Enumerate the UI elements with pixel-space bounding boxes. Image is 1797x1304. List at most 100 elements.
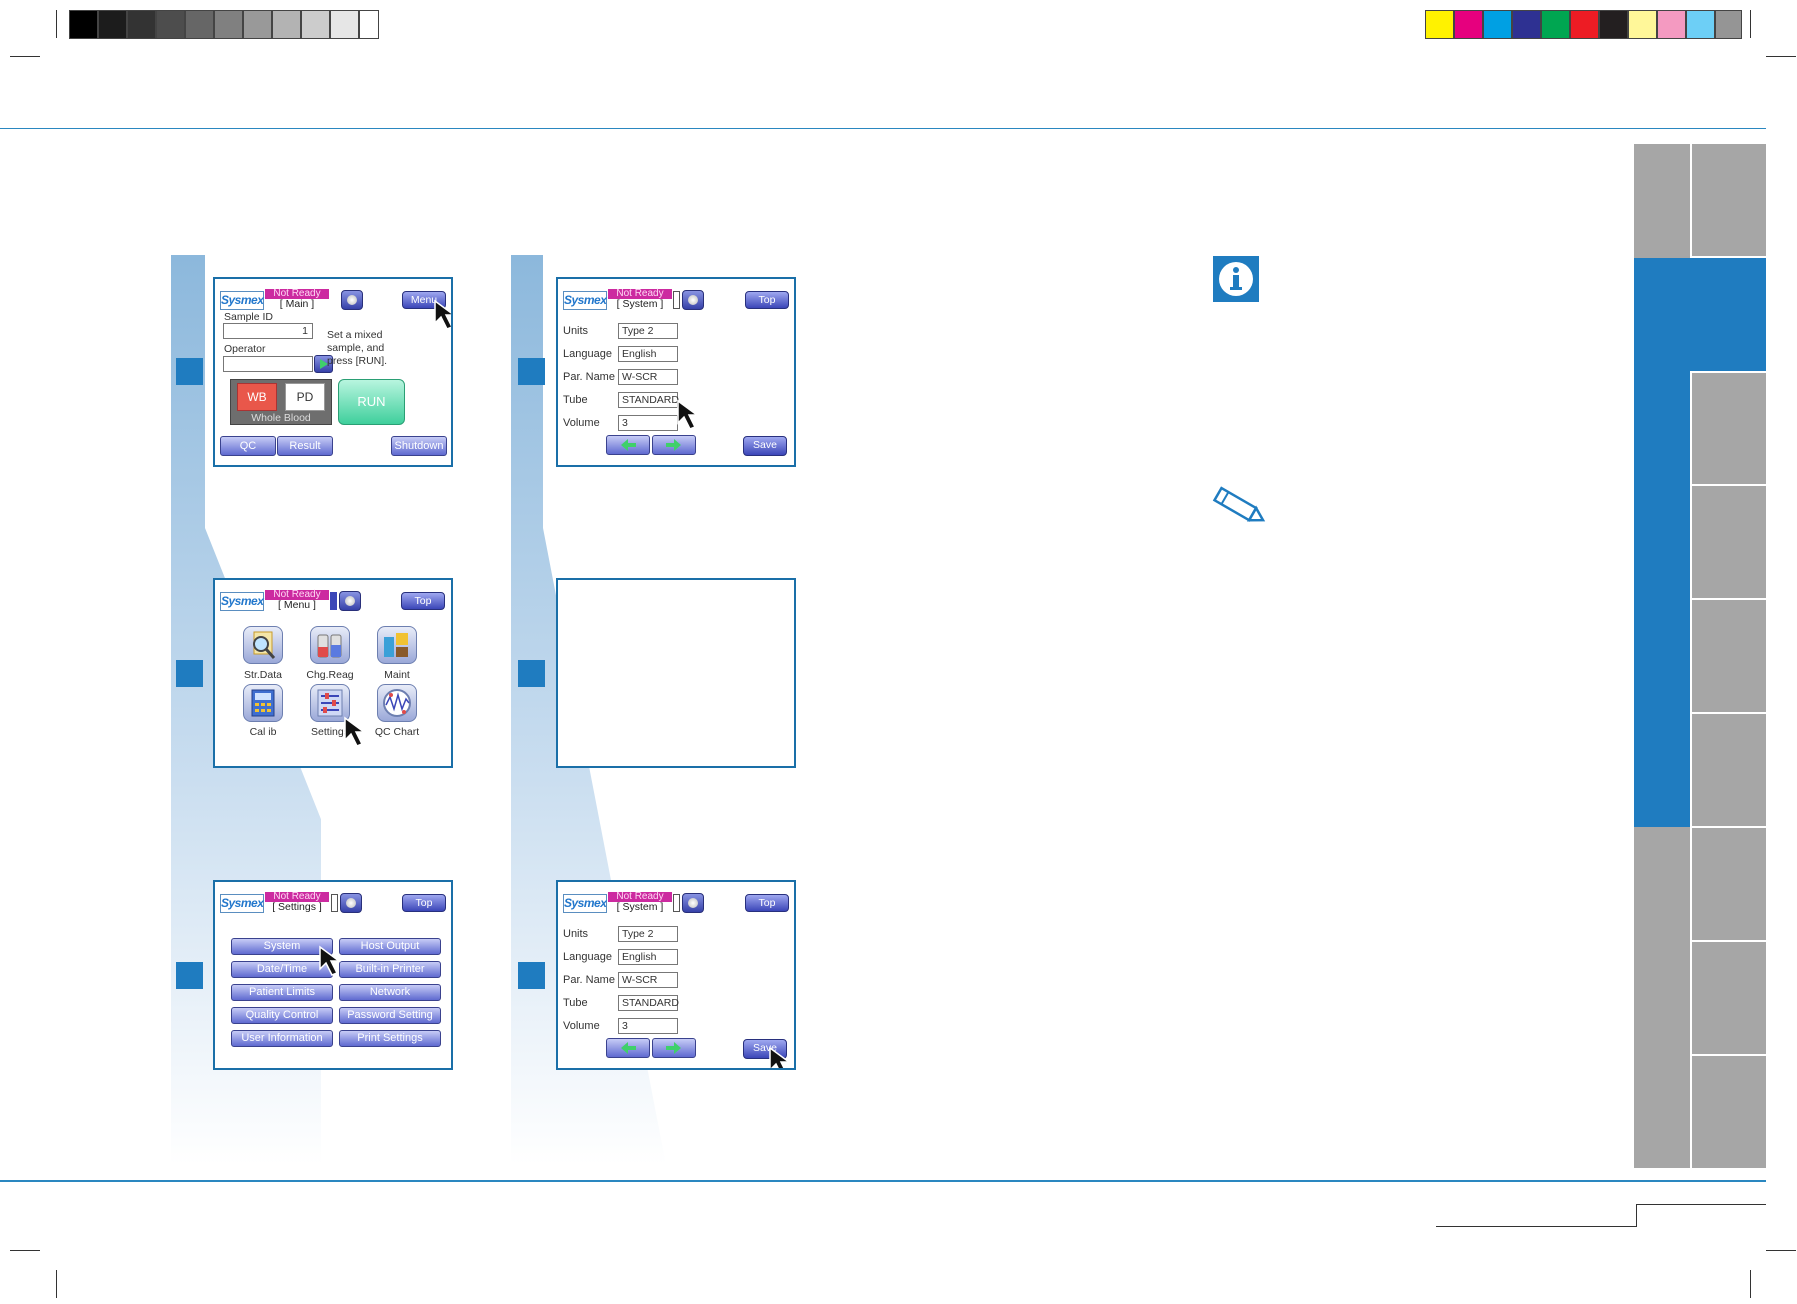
run-button[interactable]: RUN xyxy=(338,379,405,425)
menu-item-label: QC Chart xyxy=(374,726,420,738)
mode-panel: WB PD Whole Blood xyxy=(230,379,332,425)
qc-button[interactable]: QC xyxy=(220,436,276,456)
wb-button[interactable]: WB xyxy=(237,383,277,411)
units-field[interactable]: Type 2 xyxy=(618,926,678,942)
tab-spine-active xyxy=(1634,371,1690,827)
color-swatch xyxy=(1425,10,1454,39)
sysmex-logo: Sysmex xyxy=(220,894,264,913)
maintenance-icon[interactable] xyxy=(377,626,417,664)
step-marker xyxy=(518,660,545,687)
language-field[interactable]: English xyxy=(618,949,678,965)
battery-icon xyxy=(673,894,680,912)
field-label: Tube xyxy=(563,997,588,1009)
host-output-button[interactable]: Host Output xyxy=(339,938,441,955)
previous-button[interactable] xyxy=(606,435,650,455)
step-marker xyxy=(518,962,545,989)
field-label: Units xyxy=(563,928,589,940)
tube-field[interactable]: STANDARD xyxy=(618,995,679,1011)
top-button[interactable]: Top xyxy=(745,291,789,309)
result-button[interactable]: Result xyxy=(277,436,333,456)
system-button[interactable]: System xyxy=(231,938,333,955)
crop-mark xyxy=(10,56,40,57)
par-name-field[interactable]: W-SCR xyxy=(618,369,678,385)
save-button[interactable]: Save xyxy=(743,1039,787,1059)
volume-field[interactable]: 3 xyxy=(618,1018,678,1034)
chapter-tab[interactable] xyxy=(1692,1056,1766,1168)
sysmex-logo: Sysmex xyxy=(220,592,264,611)
previous-button[interactable] xyxy=(606,1038,650,1058)
change-reagent-icon[interactable] xyxy=(310,626,350,664)
crop-mark xyxy=(1750,10,1751,38)
field-label: Language xyxy=(563,348,612,360)
help-icon[interactable] xyxy=(341,290,363,310)
gray-swatch xyxy=(98,10,127,39)
shutdown-button[interactable]: Shutdown xyxy=(391,436,447,456)
sysmex-logo: Sysmex xyxy=(563,291,607,310)
crop-mark xyxy=(56,1270,57,1298)
sysmex-logo: Sysmex xyxy=(563,894,607,913)
crop-mark xyxy=(1766,56,1796,57)
screen-title: [ Settings ] xyxy=(272,901,322,913)
save-button[interactable]: Save xyxy=(743,436,787,456)
color-swatch xyxy=(1541,10,1570,39)
tube-field[interactable]: STANDARD xyxy=(618,392,679,408)
built-in-printer-button[interactable]: Built-in Printer xyxy=(339,961,441,978)
network-button[interactable]: Network xyxy=(339,984,441,1001)
sample-id-label: Sample ID xyxy=(224,311,274,323)
pd-button[interactable]: PD xyxy=(285,383,325,411)
page-number-line xyxy=(1436,1226,1637,1227)
language-field[interactable]: English xyxy=(618,346,678,362)
chapter-tab[interactable] xyxy=(1692,600,1766,712)
stored-data-icon[interactable] xyxy=(243,626,283,664)
field-label: Language xyxy=(563,951,612,963)
menu-button[interactable]: Menu xyxy=(402,291,446,309)
quality-control-button[interactable]: Quality Control xyxy=(231,1007,333,1024)
gray-swatch xyxy=(127,10,156,39)
sample-id-field[interactable]: 1 xyxy=(223,323,313,339)
top-button[interactable]: Top xyxy=(402,894,446,912)
chapter-tab[interactable] xyxy=(1692,486,1766,598)
chapter-tab-active[interactable] xyxy=(1634,258,1766,371)
qc-chart-icon[interactable] xyxy=(377,684,417,722)
chapter-tab[interactable] xyxy=(1692,942,1766,1054)
operator-field[interactable] xyxy=(223,356,313,372)
help-icon[interactable] xyxy=(340,893,362,913)
next-button[interactable] xyxy=(652,1038,696,1058)
print-settings-button[interactable]: Print Settings xyxy=(339,1030,441,1047)
color-swatch xyxy=(1715,10,1742,39)
help-icon[interactable] xyxy=(339,591,361,611)
screen-title: [ Main ] xyxy=(279,298,315,310)
chapter-tab[interactable] xyxy=(1692,714,1766,826)
field-label: Volume xyxy=(563,1020,600,1032)
calibration-icon[interactable] xyxy=(243,684,283,722)
page-number-line xyxy=(1636,1204,1766,1205)
step-marker xyxy=(518,358,545,385)
battery-icon xyxy=(673,291,680,309)
crop-mark xyxy=(1750,1270,1751,1298)
color-swatch xyxy=(1628,10,1657,39)
menu-item-label: Cal ib xyxy=(249,726,277,738)
top-button[interactable]: Top xyxy=(401,592,445,610)
page-number-line xyxy=(1636,1204,1637,1226)
chapter-tab[interactable] xyxy=(1692,144,1766,256)
header-rule xyxy=(0,128,1766,129)
chapter-tab[interactable] xyxy=(1692,373,1766,484)
patient-limits-button[interactable]: Patient Limits xyxy=(231,984,333,1001)
menu-item-label: Settings xyxy=(311,726,349,738)
par-name-field[interactable]: W-SCR xyxy=(618,972,678,988)
top-button[interactable]: Top xyxy=(745,894,789,912)
settings-icon[interactable] xyxy=(310,684,350,722)
chapter-tab[interactable] xyxy=(1692,828,1766,940)
help-icon[interactable] xyxy=(682,893,704,913)
date-time-button[interactable]: Date/Time xyxy=(231,961,333,978)
units-field[interactable]: Type 2 xyxy=(618,323,678,339)
user-information-button[interactable]: User Information xyxy=(231,1030,333,1047)
color-swatch xyxy=(1570,10,1599,39)
help-icon[interactable] xyxy=(682,290,704,310)
volume-field[interactable]: 3 xyxy=(618,415,678,431)
menu-item-label: Maint xyxy=(384,669,410,681)
main-screen: Sysmex Not Ready [ Main ] Menu Sample ID… xyxy=(213,277,453,467)
next-button[interactable] xyxy=(652,435,696,455)
gray-swatch xyxy=(185,10,214,39)
password-setting-button[interactable]: Password Setting xyxy=(339,1007,441,1024)
